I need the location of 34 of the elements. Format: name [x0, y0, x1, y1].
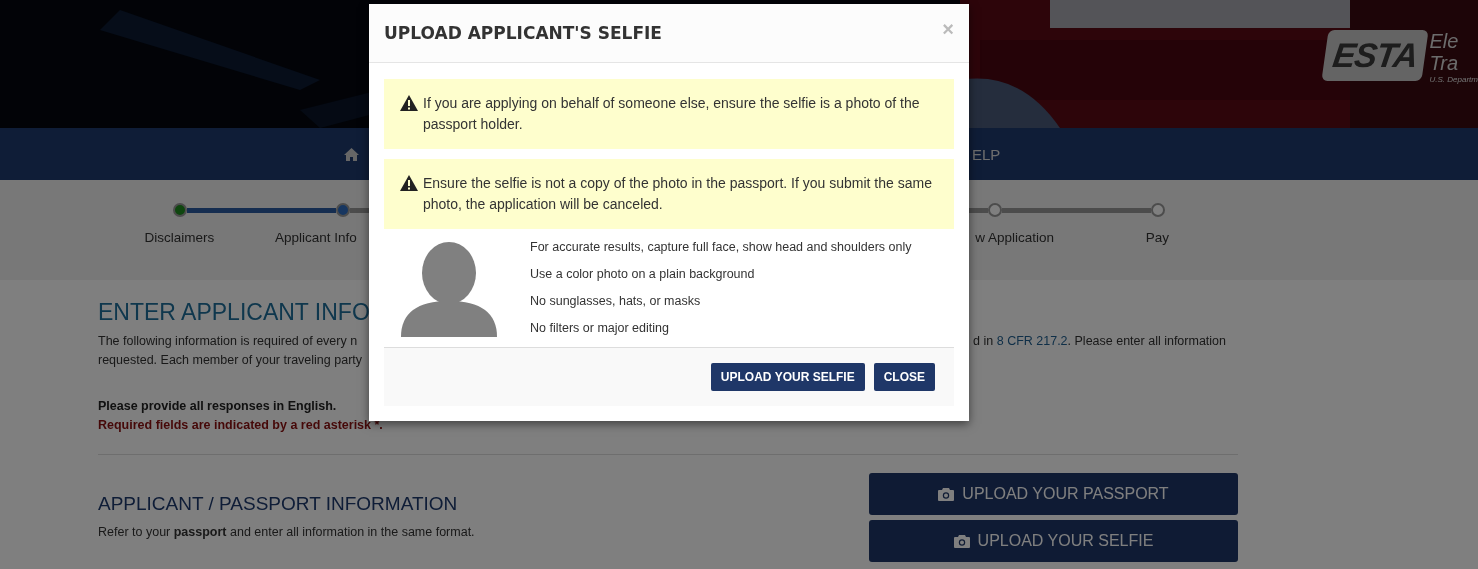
warning-icon [400, 175, 418, 191]
step-label: Pay [1145, 230, 1170, 245]
nav-link[interactable]: ELP [972, 145, 1001, 163]
english-note: Please provide all responses in English. [98, 398, 338, 415]
warning-icon [400, 95, 418, 111]
alert-text: If you are applying on behalf of someone else, ensure the selfie is a photo of the passport holder. [423, 94, 921, 134]
camera-icon [938, 487, 955, 501]
alert-text: Ensure the selfie is not a copy of the photo in the passport. If you submit the same photo, the application will be canceled. [423, 174, 933, 214]
logo-text: Tra [1429, 52, 1460, 74]
regulation-link[interactable]: 8 CFR 217.2 [996, 334, 1068, 348]
guideline-text: No sunglasses, hats, or masks [530, 293, 702, 310]
step-label: w Application [975, 230, 1055, 245]
page-title: ENTER APPLICANT INFO [98, 300, 370, 324]
intro-text: The following information is required of every n [98, 333, 359, 350]
home-icon [344, 147, 359, 161]
intro-text: requested. Each member of your traveling party [98, 352, 363, 369]
section-note: Refer to your passport and enter all information in the same format. [98, 525, 476, 539]
avatar-icon [401, 241, 497, 337]
camera-icon [953, 534, 970, 548]
modal-title: UPLOAD APPLICANT'S SELFIE [384, 23, 662, 43]
guideline-text: Use a color photo on a plain background [530, 266, 756, 283]
logo-text: Ele [1429, 30, 1460, 52]
step-label: Disclaimers [144, 230, 215, 245]
upload-button[interactable]: UPLOAD YOUR SELFIE [869, 520, 1238, 562]
guideline-text: No filters or major editing [530, 320, 670, 337]
logo-mark: ESTA [1330, 36, 1421, 74]
guideline-text: For accurate results, capture full face, show head and shoulders only [530, 239, 913, 256]
step-label: Applicant Info [274, 230, 357, 245]
intro-text: d in 8 CFR 217.2. Please enter all information [973, 333, 1227, 350]
upload-button[interactable]: UPLOAD YOUR PASSPORT [869, 473, 1238, 515]
logo-agency-text: U.S. Departm [1429, 74, 1478, 86]
modal-button[interactable]: CLOSE [873, 363, 935, 391]
section-title: APPLICANT / PASSPORT INFORMATION [98, 493, 459, 515]
modal-button[interactable]: UPLOAD YOUR SELFIE [710, 363, 865, 391]
